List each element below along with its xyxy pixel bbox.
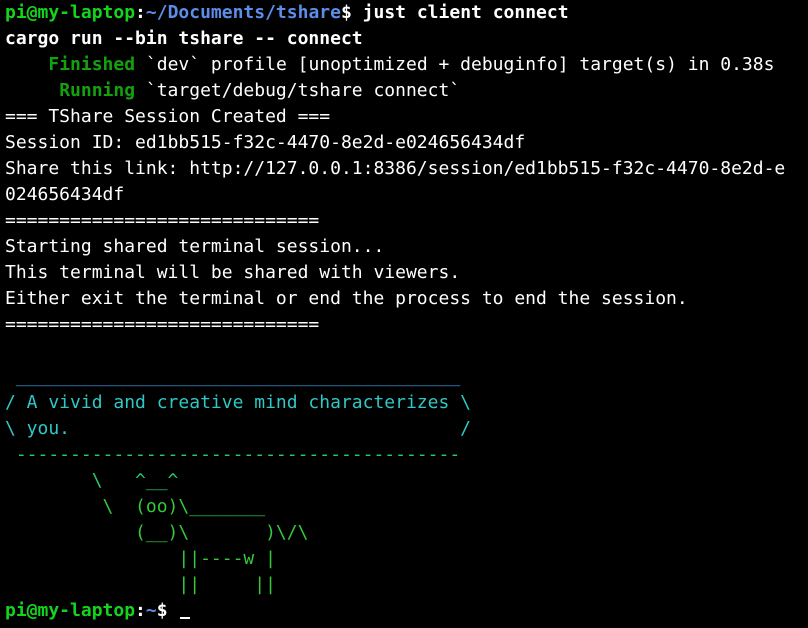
cowsay-bubble-bottom: ----------------------------------------… [5,444,461,465]
prompt-colon: : [135,600,146,621]
prompt-colon: : [135,2,146,23]
cargo-command-line: cargo run --bin tshare -- connect [5,28,363,49]
cowsay-bubble-top: ________________________________________… [5,366,461,387]
terminal-window[interactable]: pi@my-laptop:~/Documents/tshare$ just cl… [0,0,808,628]
session-id-line: Session ID: ed1bb515-f32c-4470-8e2d-e024… [5,132,526,153]
running-text: `target/debug/tshare connect` [135,80,461,101]
starting-session-line: Starting shared terminal session... [5,236,385,257]
share-link-line: Share this link: http://127.0.0.1:8386/s… [5,158,786,179]
cowsay-cow-art: \ (oo)\_______ [5,496,266,517]
running-label: Running [59,80,136,101]
prompt-user-host: pi@my-laptop [5,2,136,23]
share-link-line-wrap: 024656434df [5,184,125,205]
final-prompt-line[interactable]: pi@my-laptop:~$ [5,598,808,624]
finished-label: Finished [48,54,136,75]
cargo-running-line: Running `target/debug/tshare connect` [5,78,808,104]
cowsay-cow-art: (__)\ )\/\ [5,522,309,543]
prompt-command: just client connect [362,2,569,23]
cowsay-bubble-text: \ you. / [5,418,471,439]
prompt-cwd: ~ [145,600,157,621]
cowsay-cow-art: || || [5,574,276,595]
cowsay-cow-art: \ ^__^ [5,470,179,491]
session-created-header: === TShare Session Created === [5,106,331,127]
exit-instructions-line: Either exit the terminal or end the proc… [5,288,688,309]
finished-text: `dev` profile [unoptimized + debuginfo] … [135,54,775,75]
prompt-user-host: pi@my-laptop [5,600,136,621]
shared-with-viewers-line: This terminal will be shared with viewer… [5,262,461,283]
separator-line: ============================= [5,314,320,335]
cowsay-cow-art: ||----w | [5,548,276,569]
cowsay-bubble-text: / A vivid and creative mind characterize… [5,392,471,413]
command-prompt-line: pi@my-laptop:~/Documents/tshare$ just cl… [5,0,808,26]
separator-line: ============================= [5,210,320,231]
cargo-finished-line: Finished `dev` profile [unoptimized + de… [5,52,808,78]
prompt-symbol: $ [156,600,179,621]
prompt-cwd: ~/Documents/tshare [145,2,341,23]
prompt-symbol: $ [340,2,363,23]
text-cursor [180,617,191,619]
